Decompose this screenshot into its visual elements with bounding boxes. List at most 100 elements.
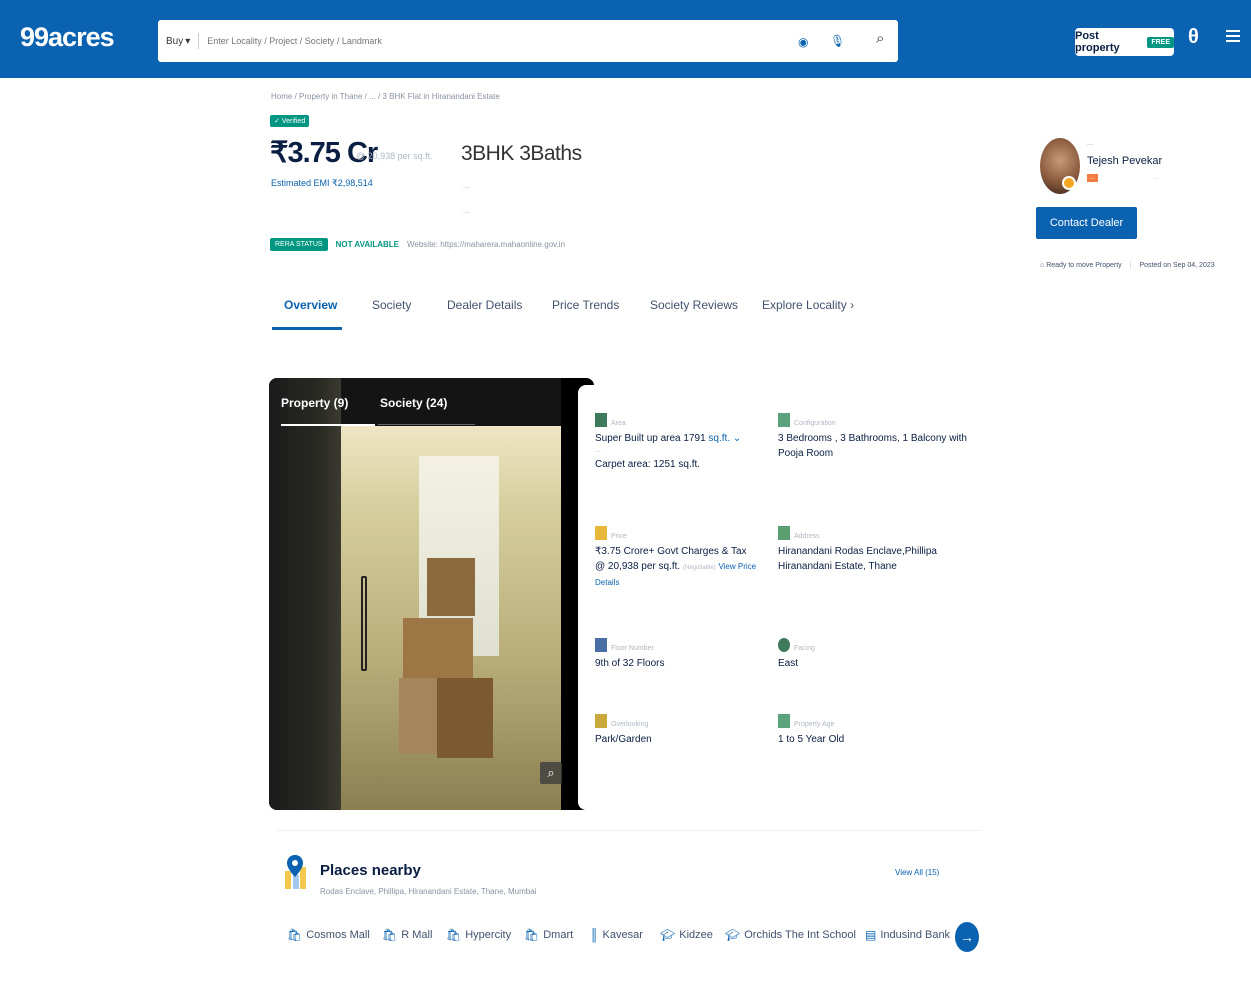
shopping-bag-icon: 🛍︎ — [524, 928, 540, 942]
listing-meta-2: ... — [463, 206, 470, 215]
search-bar[interactable]: Buy▾ ◉ 🎙︎ ⌕ — [158, 20, 898, 62]
unit-label: sq.ft. — [708, 432, 731, 444]
location-icon[interactable]: ◉ — [798, 35, 808, 49]
places-subtitle: Rodas Enclave, Phillipa, Hiranandani Est… — [320, 887, 537, 896]
railway-icon: ║ — [590, 928, 599, 942]
graduation-cap-icon: 🎓︎ — [660, 928, 676, 942]
box — [403, 618, 473, 678]
logo[interactable]: 99acres — [20, 22, 115, 53]
rera-status-badge[interactable]: RERA STATUS — [270, 238, 328, 251]
divider — [198, 33, 200, 49]
place-chip[interactable]: 🛍︎ Cosmos Mall — [287, 928, 370, 942]
floor-value: 9th of 32 Floors — [595, 657, 665, 669]
calendar-icon — [778, 714, 790, 728]
compass-icon — [778, 638, 790, 652]
unit-dropdown[interactable]: sq.ft. ⌄ — [708, 433, 741, 444]
hamburger-menu-icon[interactable] — [1226, 30, 1240, 45]
graduation-cap-icon: 🎓︎ — [725, 928, 741, 942]
active-photo-tab-indicator — [281, 424, 375, 426]
box — [437, 678, 493, 758]
place-chip[interactable]: ▤ Indusind Bank — [865, 928, 950, 942]
property-photo[interactable] — [269, 378, 594, 810]
place-chip[interactable]: 🎓︎ Kidzee — [660, 928, 713, 942]
place-label: Cosmos Mall — [306, 929, 370, 941]
detail-overlooking: Overlooking Park/Garden — [595, 714, 765, 747]
price-per-sqft: @ 20,938 per sq.ft. — [356, 151, 433, 161]
photo-tab-divider — [378, 424, 475, 425]
tab-property-photos[interactable]: Property (9) — [281, 396, 348, 410]
area-label: Area — [611, 420, 626, 427]
dealer-name[interactable]: Tejesh Pevekar — [1087, 155, 1162, 167]
rera-website[interactable]: Website: https://maharera.mahaonline.gov… — [407, 240, 565, 249]
place-label: Kavesar — [602, 929, 643, 941]
top-header: 99acres Buy▾ ◉ 🎙︎ ⌕ Post property FREE θ — [0, 0, 1251, 78]
tab-society-reviews[interactable]: Society Reviews — [650, 298, 738, 312]
price-value: ₹3.75 Crore+ Govt Charges & Tax — [595, 545, 747, 557]
facing-label: Facing — [794, 645, 816, 652]
active-tab-indicator — [272, 327, 342, 330]
detail-age: Property Age 1 to 5 Year Old — [778, 714, 968, 747]
search-mode-dropdown[interactable]: Buy ▾ — [166, 36, 190, 47]
place-chip[interactable]: ║ Kavesar — [590, 928, 643, 942]
search-icon[interactable]: ⌕ — [876, 30, 884, 47]
chevron-down-icon: ▾ — [185, 35, 191, 47]
price-label: Price — [611, 533, 627, 540]
place-chip[interactable]: 🛍︎ Hypercity — [446, 928, 511, 942]
carpet-label: ... — [595, 447, 601, 454]
detail-facing: Facing East — [778, 638, 968, 671]
tab-overview[interactable]: Overview — [284, 298, 337, 312]
config-label: Configuration — [794, 420, 836, 427]
contact-dealer-button[interactable]: Contact Dealer — [1036, 207, 1137, 239]
posted-date: Posted on Sep 04, 2023 — [1139, 262, 1215, 269]
dealer-extra: ... — [1153, 175, 1159, 181]
search-input[interactable] — [207, 36, 788, 46]
overlooking-label: Overlooking — [611, 721, 649, 728]
ready-label: Ready to move Property — [1046, 262, 1122, 269]
negotiable: (Negotiable) — [682, 565, 716, 571]
breadcrumb[interactable]: Home / Property in Thane / ... / 3 BHK F… — [271, 92, 500, 101]
carpet-area: Carpet area: 1251 sq.ft. — [595, 458, 701, 470]
door-handle — [361, 576, 367, 671]
signpost-icon — [778, 526, 790, 540]
microphone-icon[interactable]: 🎙︎ — [830, 34, 845, 48]
tab-dealer-details[interactable]: Dealer Details — [447, 298, 522, 312]
emi-link[interactable]: Estimated EMI ₹2,98,514 — [271, 178, 373, 189]
super-area: Super Built up area 1791 — [595, 432, 706, 444]
place-chip[interactable]: 🛍︎ R Mall — [382, 928, 432, 942]
shopping-bag-icon: 🛍︎ — [287, 928, 303, 942]
user-icon[interactable]: θ — [1188, 26, 1199, 49]
tab-society-photos[interactable]: Society (24) — [380, 396, 447, 410]
age-value: 1 to 5 Year Old — [778, 733, 845, 745]
map-pin-icon — [285, 855, 306, 889]
place-label: Indusind Bank — [880, 929, 951, 941]
tab-explore-locality-label: Explore Locality — [762, 298, 847, 312]
facing-value: East — [778, 657, 799, 669]
config-value: 3 Bedrooms , 3 Bathrooms, 1 Balcony with… — [778, 432, 967, 460]
next-arrow-icon[interactable]: → — [955, 922, 979, 952]
post-property-button[interactable]: Post property FREE — [1075, 28, 1174, 56]
verified-badge: ✓ Verified — [270, 115, 310, 127]
section-tabs: Overview Society Dealer Details Price Tr… — [270, 290, 910, 330]
door — [269, 378, 341, 810]
tab-price-trends[interactable]: Price Trends — [552, 298, 619, 312]
place-chip[interactable]: 🛍︎ Dmart — [524, 928, 573, 942]
floor-label: Floor Number — [611, 645, 654, 652]
tab-explore-locality[interactable]: Explore Locality › — [762, 298, 854, 312]
window-icon — [595, 714, 607, 728]
place-chip[interactable]: 🎓︎ Orchids The Int School — [725, 928, 856, 942]
zoom-icon[interactable]: ⌕ — [540, 762, 562, 784]
search-mode-label: Buy — [166, 35, 184, 47]
bank-icon: ▤ — [865, 928, 877, 942]
check-icon: ✓ — [274, 118, 280, 125]
listing-meta: ... — [463, 181, 470, 190]
place-label: Hypercity — [465, 929, 512, 941]
detail-area: Area Super Built up area 1791 sq.ft. ⌄ .… — [595, 413, 765, 472]
rera-status: RERA STATUS NOT AVAILABLE Website: https… — [270, 238, 565, 251]
detail-config: Configuration 3 Bedrooms , 3 Bathrooms, … — [778, 413, 968, 462]
area-icon — [595, 413, 607, 427]
places-title: Places nearby — [320, 862, 421, 879]
view-all-link[interactable]: View All (15) — [895, 868, 939, 877]
place-label: Orchids The Int School — [744, 929, 856, 941]
shopping-bag-icon: 🛍︎ — [382, 928, 398, 942]
tab-society[interactable]: Society — [372, 298, 411, 312]
